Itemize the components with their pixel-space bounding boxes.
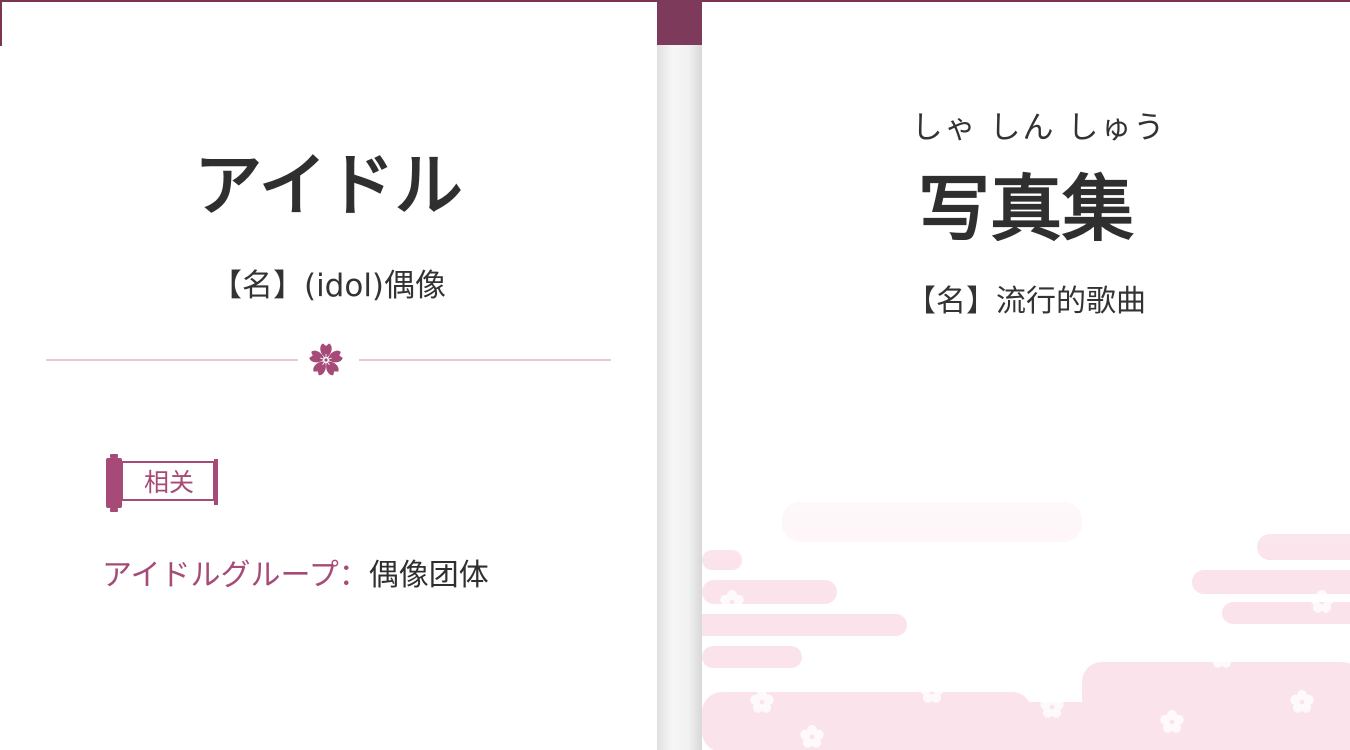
divider-line-right xyxy=(359,359,611,361)
definition: 【名】(idol)偶像 xyxy=(210,268,447,304)
flower-divider xyxy=(46,340,611,380)
headword: アイドル xyxy=(194,147,463,226)
card-gutter xyxy=(657,0,702,750)
gutter-cap xyxy=(657,0,702,45)
sakura-flower-icon xyxy=(308,343,344,377)
card-edge-accent xyxy=(0,2,2,46)
word-card-idol[interactable]: アイドル 【名】(idol)偶像 相关 アイドルグループ：偶像团体 xyxy=(0,2,657,750)
related-section-tag: 相关 xyxy=(104,454,222,512)
furigana-reading: しゃ しん しゅう xyxy=(911,110,1167,146)
definition: 【名】流行的歌曲 xyxy=(906,284,1146,319)
divider-line-left xyxy=(46,359,298,361)
related-label: 相关 xyxy=(143,468,194,497)
related-separator: ： xyxy=(338,558,369,593)
headword: 写真集 xyxy=(917,167,1134,251)
word-card-photobook[interactable]: しゃ しん しゅう 写真集 【名】流行的歌曲 xyxy=(702,2,1350,750)
related-term: アイドルグループ xyxy=(102,558,339,593)
related-meaning: 偶像团体 xyxy=(368,558,489,593)
related-item[interactable]: アイドルグループ：偶像团体 xyxy=(102,550,489,594)
